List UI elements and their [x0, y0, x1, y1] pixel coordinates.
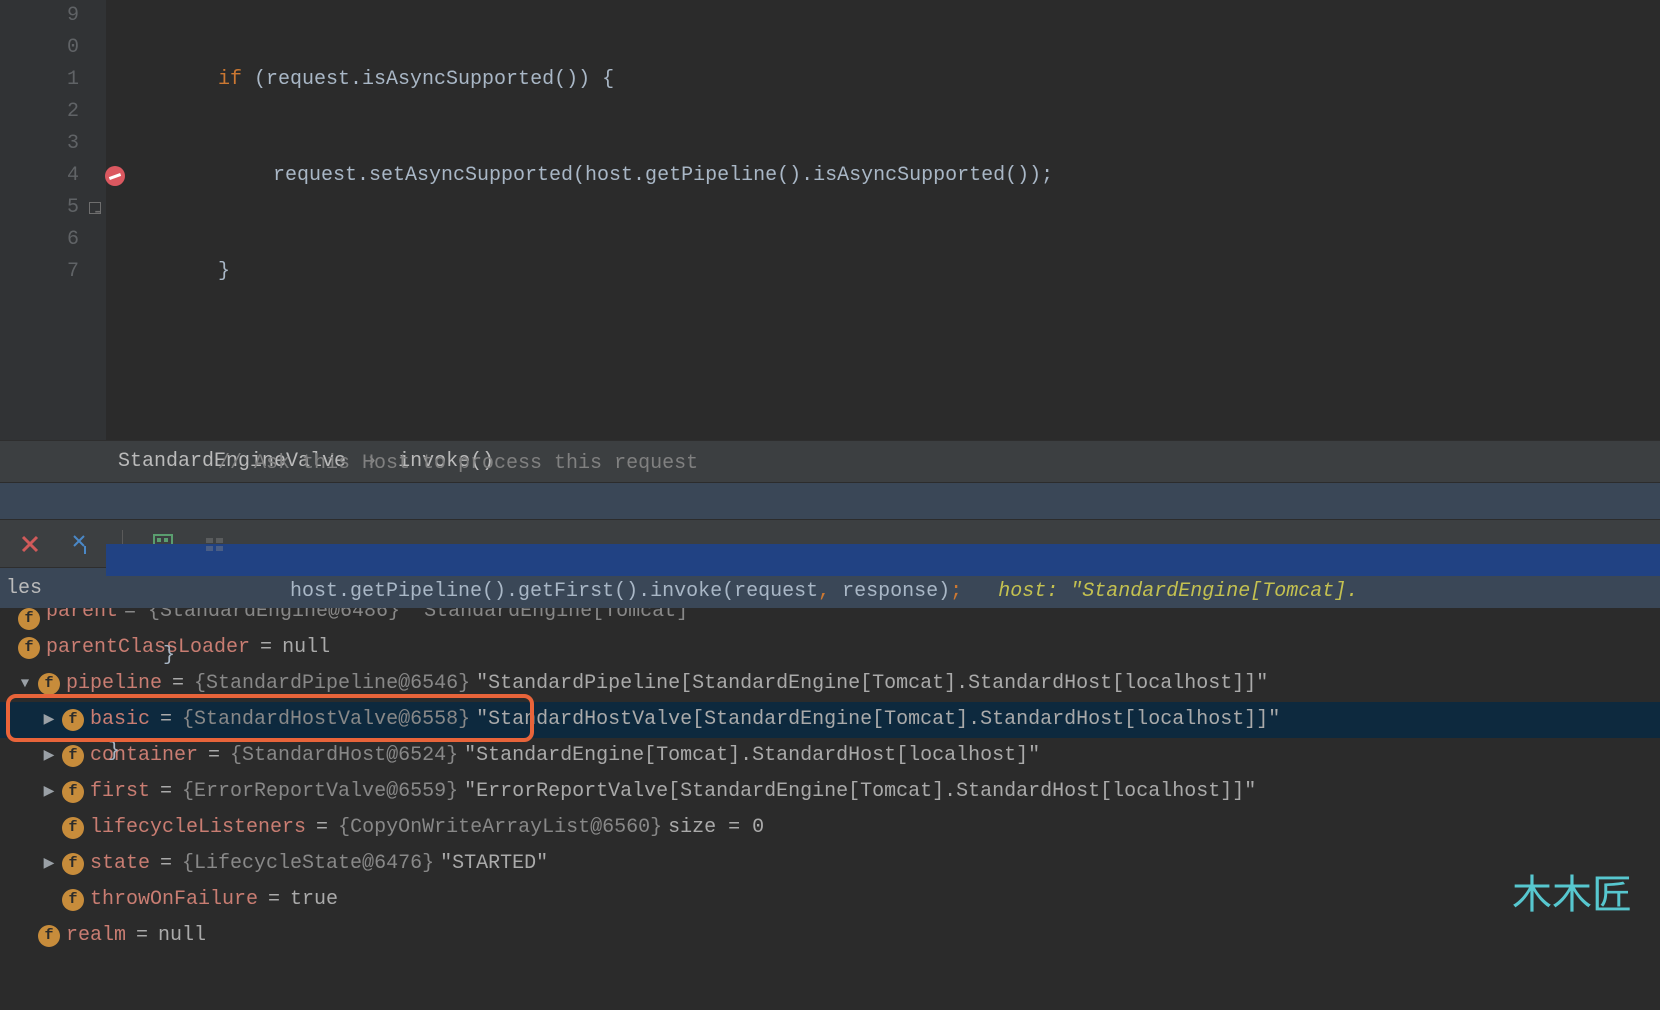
field-icon: f	[62, 853, 84, 875]
line-number: 5	[0, 192, 79, 224]
field-icon: f	[62, 781, 84, 803]
line-number: 3	[0, 128, 79, 160]
code-text[interactable]: if (request.isAsyncSupported()) { reques…	[106, 0, 1660, 440]
comment: // Ask this Host to process this request	[218, 452, 698, 475]
inline-debug-hint: host: "StandardEngine[Tomcat].	[998, 580, 1358, 603]
line-number: 9	[0, 0, 79, 32]
line-number: 6	[0, 224, 79, 256]
field-icon: f	[62, 709, 84, 731]
collapse-icon[interactable]: ▼	[18, 666, 32, 702]
field-icon: f	[38, 925, 60, 947]
expand-icon[interactable]: ▶	[42, 846, 56, 882]
field-icon: f	[18, 608, 40, 630]
expand-icon[interactable]: ▶	[42, 702, 56, 738]
variable-row[interactable]: f throwOnFailure = true	[0, 882, 1660, 918]
set-value-button[interactable]	[70, 532, 94, 556]
variable-row[interactable]: f realm = null	[0, 918, 1660, 954]
line-number: 7	[0, 256, 79, 288]
line-number: 0	[0, 32, 79, 64]
variable-row[interactable]: ▶ f state = {LifecycleState@6476} "START…	[0, 846, 1660, 882]
expand-icon[interactable]: ▶	[42, 774, 56, 810]
expand-icon[interactable]: ▶	[42, 738, 56, 774]
current-execution-line: host.getPipeline().getFirst().invoke(req…	[106, 544, 1660, 576]
line-number: 2	[0, 96, 79, 128]
fold-icon[interactable]	[89, 202, 101, 214]
line-number[interactable]: 4	[0, 160, 79, 192]
watermark: 木木匠	[1512, 862, 1632, 920]
layout-button[interactable]	[203, 532, 227, 556]
code-editor[interactable]: 9 0 1 2 3 4 5 6 7 if (request.isAsyncSup…	[0, 0, 1660, 440]
field-icon: f	[62, 817, 84, 839]
field-icon: f	[18, 637, 40, 659]
line-number: 1	[0, 64, 79, 96]
remove-watch-button[interactable]	[18, 532, 42, 556]
field-icon: f	[38, 673, 60, 695]
field-icon: f	[62, 745, 84, 767]
keyword-if: if	[218, 68, 242, 91]
line-gutter: 9 0 1 2 3 4 5 6 7	[0, 0, 106, 440]
field-icon: f	[62, 889, 84, 911]
